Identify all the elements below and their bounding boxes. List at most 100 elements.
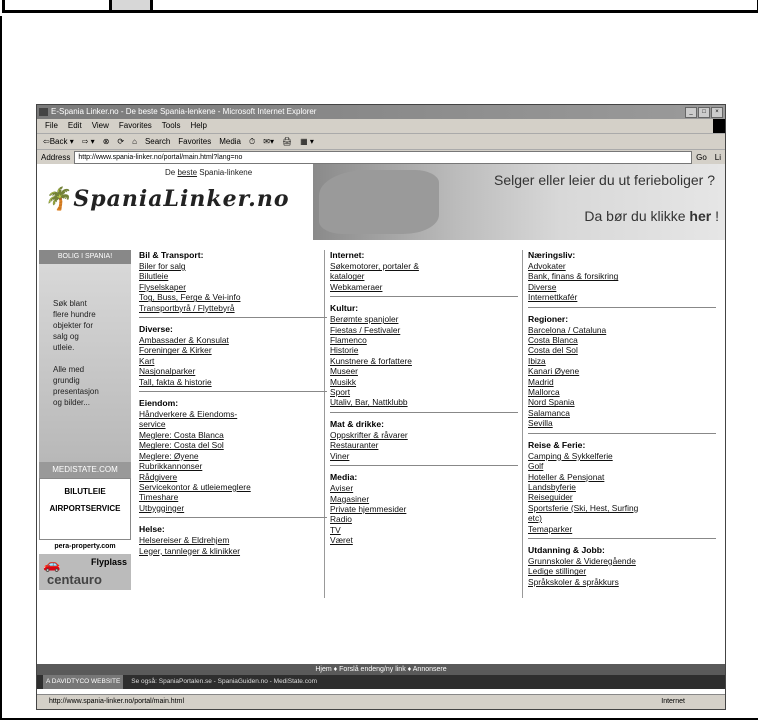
category-link[interactable]: Mallorca [528,387,716,397]
category-link[interactable]: Barcelona / Cataluna [528,325,716,335]
category-link[interactable]: Historie [330,345,518,355]
search-button[interactable]: Search [145,134,170,149]
website-badge[interactable]: A DAVIDTYCO WEBSITE [43,675,124,689]
left-ad-photo[interactable]: Søk blant flere hundre objekter for salg og… [39,264,131,462]
category-link[interactable]: Salamanca [528,408,716,418]
maximize-button[interactable]: □ [698,107,710,118]
category-link[interactable]: service [139,419,327,429]
category-link[interactable]: Kanari Øyene [528,366,716,376]
category-link[interactable]: Costa Blanca [528,335,716,345]
media-button[interactable]: Media [219,134,241,149]
category-link[interactable]: Ibiza [528,356,716,366]
footer-nav[interactable]: Hjem ♦ Forslå endeng/ny link ♦ Annonsere [37,664,725,675]
refresh-icon[interactable]: ⟳ [117,134,124,149]
category-link[interactable]: Sportsferie (Ski, Hest, Surfing [528,503,716,513]
category-link[interactable]: Nord Spania [528,397,716,407]
category-link[interactable]: Språkskoler & språkkurs [528,577,716,587]
ad-here-link[interactable]: her [689,208,711,224]
category-link[interactable]: Nasjonalparker [139,366,327,376]
category-link[interactable]: Restauranter [330,440,518,450]
banner-ad[interactable]: Selger eller leier du ut ferieboliger ? … [313,164,725,240]
category-link[interactable]: Bank, finans & forsikring [528,271,716,281]
category-link[interactable]: Servicekontor & utleiemeglere [139,482,327,492]
category-link[interactable]: Fiestas / Festivaler [330,325,518,335]
bilutleie-ad[interactable]: BILUTLEIE AIRPORTSERVICE [39,478,131,540]
category-link[interactable]: Transportbyrå / Flyttebyrå [139,303,327,313]
category-link[interactable]: Viner [330,451,518,461]
menu-help[interactable]: Help [190,119,206,133]
category-link[interactable]: Golf [528,461,716,471]
menu-file[interactable]: File [45,119,58,133]
pera-property-link[interactable]: pera-property.com [39,540,131,554]
left-ad-header[interactable]: BOLIG I SPANIA! [39,250,131,264]
category-link[interactable]: Berømte spanjoler [330,314,518,324]
category-link[interactable]: Aviser [330,483,518,493]
category-link[interactable]: Sport [330,387,518,397]
category-link[interactable]: Radio [330,514,518,524]
medistate-link[interactable]: MEDISTATE.COM [39,462,131,478]
site-logo[interactable]: 🌴SpaniaLinker.no [43,186,290,212]
category-link[interactable]: Helsereiser & Eldrehjem [139,535,327,545]
category-link[interactable]: TV [330,525,518,535]
category-link[interactable]: Landsbyferie [528,482,716,492]
category-link[interactable]: Madrid [528,377,716,387]
category-link[interactable]: Meglere: Costa Blanca [139,430,327,440]
left-ad-column[interactable]: BOLIG I SPANIA! Søk blant flere hundre obj… [39,250,131,612]
category-link[interactable]: Reiseguider [528,492,716,502]
edit-icon[interactable]: ▦ ▾ [300,134,314,149]
minimize-button[interactable]: _ [685,107,697,118]
menu-edit[interactable]: Edit [68,119,82,133]
category-link[interactable]: Magasiner [330,494,518,504]
links-button[interactable]: Li [715,150,725,165]
category-link[interactable]: Hoteller & Pensjonat [528,472,716,482]
category-link[interactable]: Camping & Sykkelferie [528,451,716,461]
go-button[interactable]: Go [696,150,711,165]
category-link[interactable]: kataloger [330,271,518,281]
mail-icon[interactable]: ✉▾ [263,134,274,149]
category-link[interactable]: Timeshare [139,492,327,502]
category-link[interactable]: Rådgivere [139,472,327,482]
home-icon[interactable]: ⌂ [132,134,137,149]
category-link[interactable]: etc) [528,513,716,523]
category-link[interactable]: Foreninger & Kirker [139,345,327,355]
print-icon[interactable]: 🖨 [282,134,292,149]
category-link[interactable]: Kart [139,356,327,366]
category-link[interactable]: Internettkafér [528,292,716,302]
address-input[interactable]: http://www.spania-linker.no/portal/main.… [74,151,693,164]
category-link[interactable]: Ambassader & Konsulat [139,335,327,345]
category-link[interactable]: Leger, tannleger & klinikker [139,546,327,556]
category-link[interactable]: Grunnskoler & Videregående [528,556,716,566]
category-link[interactable]: Museer [330,366,518,376]
category-link[interactable]: Utaliv, Bar, Nattklubb [330,397,518,407]
category-link[interactable]: Meglere: Costa del Sol [139,440,327,450]
category-link[interactable]: Søkemotorer, portaler & [330,261,518,271]
forward-button[interactable]: ⇨ ▾ [82,134,95,149]
category-link[interactable]: Været [330,535,518,545]
category-link[interactable]: Costa del Sol [528,345,716,355]
category-link[interactable]: Rubrikkannonser [139,461,327,471]
favorites-button[interactable]: Favorites [178,134,211,149]
menu-favorites[interactable]: Favorites [119,119,152,133]
category-link[interactable]: Meglere: Øyene [139,451,327,461]
stop-icon[interactable]: ⊗ [103,134,110,149]
category-link[interactable]: Diverse [528,282,716,292]
menu-view[interactable]: View [92,119,109,133]
category-link[interactable]: Utbygginger [139,503,327,513]
category-link[interactable]: Webkameraer [330,282,518,292]
back-button[interactable]: ⇦Back ▾ [43,134,74,149]
category-link[interactable]: Sevilla [528,418,716,428]
history-icon[interactable]: ⏱ [249,134,255,149]
category-link[interactable]: Advokater [528,261,716,271]
category-link[interactable]: Kunstnere & forfattere [330,356,518,366]
category-link[interactable]: Håndverkere & Eiendoms- [139,409,327,419]
centauro-ad[interactable]: 🚗 Flyplass centauro [39,554,131,590]
category-link[interactable]: Ledige stillinger [528,566,716,576]
category-link[interactable]: Tog, Buss, Ferge & Vei-info [139,292,327,302]
category-link[interactable]: Tall, fakta & historie [139,377,327,387]
category-link[interactable]: Musikk [330,377,518,387]
category-link[interactable]: Bilutleie [139,271,327,281]
category-link[interactable]: Flamenco [330,335,518,345]
menu-tools[interactable]: Tools [162,119,181,133]
category-link[interactable]: Oppskrifter & råvarer [330,430,518,440]
category-link[interactable]: Biler for salg [139,261,327,271]
